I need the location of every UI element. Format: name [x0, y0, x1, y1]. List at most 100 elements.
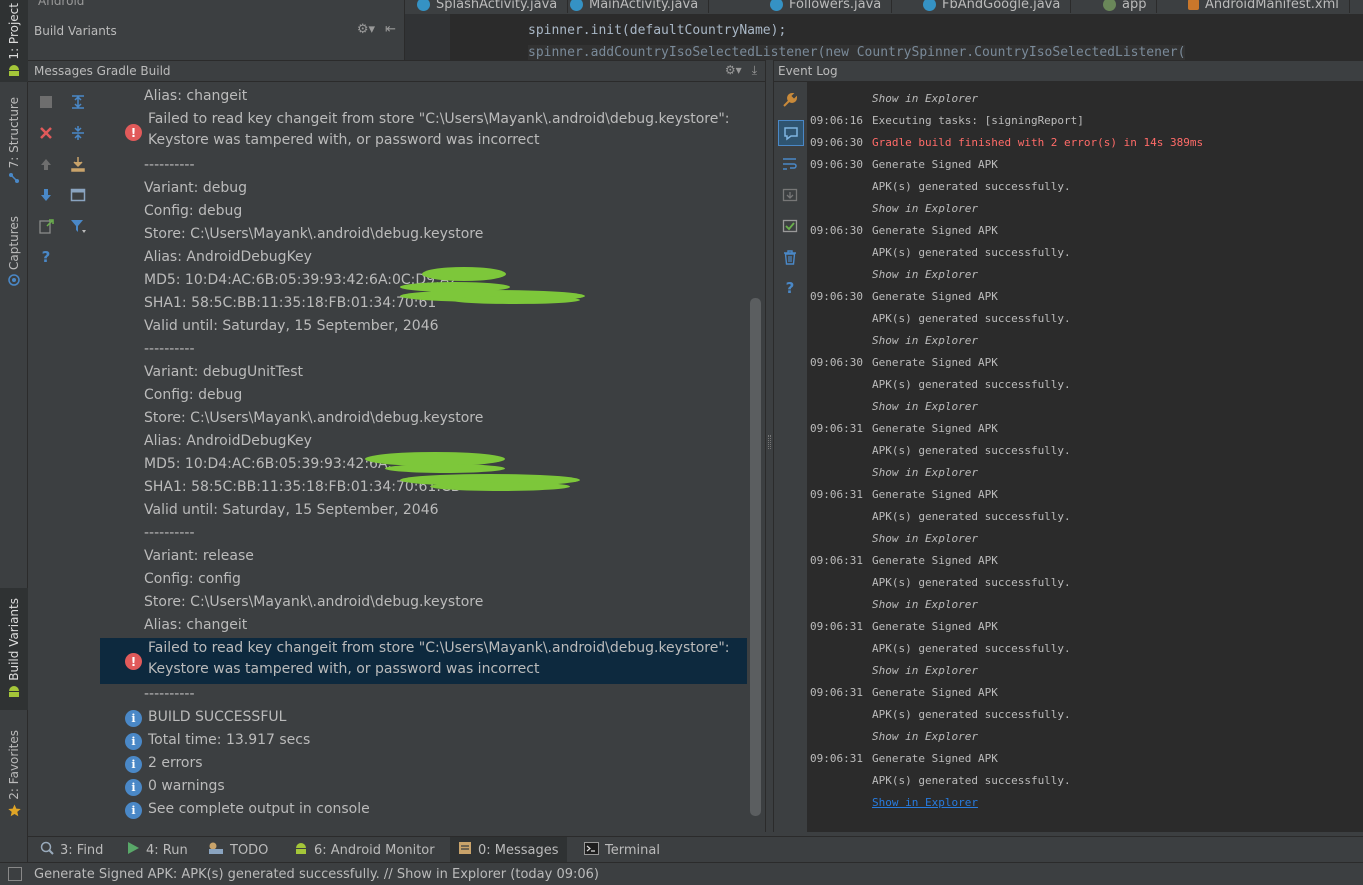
message-line[interactable]: Alias: changeit	[144, 617, 247, 633]
message-line[interactable]: Valid until: Saturday, 15 September, 204…	[144, 502, 439, 518]
message-line[interactable]: SHA1: 58:5C:BB:11:35:18:FB:01:34:70:61	[144, 295, 436, 311]
toggle-tool-windows-icon[interactable]	[8, 867, 22, 881]
event-timestamp: 09:06:31	[810, 620, 863, 633]
message-line[interactable]: Store: C:\Users\Mayank\.android\debug.ke…	[144, 226, 483, 242]
message-line[interactable]: ----------	[144, 525, 195, 541]
terminal-icon	[584, 841, 599, 859]
message-line[interactable]: Keystore was tampered with, or password …	[148, 661, 539, 677]
message-line[interactable]: Config: debug	[144, 387, 242, 403]
message-line[interactable]: Store: C:\Users\Mayank\.android\debug.ke…	[144, 410, 483, 426]
message-line[interactable]: Variant: debugUnitTest	[144, 364, 303, 380]
help-icon[interactable]: ?	[780, 278, 800, 298]
stop-icon[interactable]	[36, 92, 56, 112]
bottom-tab-label: 4: Run	[146, 842, 188, 858]
editor-tab-label: app	[1122, 0, 1147, 12]
show-in-explorer-link[interactable]: Show in Explorer	[872, 202, 978, 215]
editor-tab-label: AndroidManifest.xml	[1205, 0, 1339, 12]
expand-all-icon[interactable]	[68, 92, 88, 112]
tool-tab-favorites[interactable]: 2: Favorites	[0, 725, 28, 825]
bottom-tab-0-messages[interactable]: 0: Messages	[450, 837, 567, 863]
show-in-explorer-link[interactable]: Show in Explorer	[872, 730, 978, 743]
bottom-tab-3-find[interactable]: 3: Find	[32, 837, 111, 863]
filter-icon[interactable]	[68, 216, 88, 236]
message-line[interactable]: Valid until: Saturday, 15 September, 204…	[144, 318, 439, 334]
show-in-explorer-link[interactable]: Show in Explorer	[872, 92, 978, 105]
show-in-explorer-link[interactable]: Show in Explorer	[872, 796, 978, 809]
show-in-explorer-link[interactable]: Show in Explorer	[872, 598, 978, 611]
open-in-console-icon[interactable]	[36, 216, 56, 236]
code-editor[interactable]: spinner.init(defaultCountryName); spinne…	[450, 14, 1363, 60]
bottom-tab-6-android-monitor[interactable]: 6: Android Monitor	[286, 837, 443, 863]
info-message-line[interactable]: BUILD SUCCESSFUL	[148, 709, 286, 725]
messages-scrollbar-thumb[interactable]	[750, 298, 761, 816]
window-icon[interactable]	[68, 185, 88, 205]
editor-tab-splashactivity[interactable]: SplashActivity.java	[409, 0, 569, 13]
error-message-line[interactable]: Failed to read key changeit from store "…	[148, 640, 730, 656]
messages-toolbar: ?	[28, 82, 100, 832]
settings-wrench-icon[interactable]	[780, 90, 800, 110]
next-message-icon[interactable]	[36, 185, 56, 205]
show-in-explorer-link[interactable]: Show in Explorer	[872, 268, 978, 281]
show-in-explorer-link[interactable]: Show in Explorer	[872, 334, 978, 347]
message-line[interactable]: Alias: AndroidDebugKey	[144, 249, 312, 265]
panel-splitter[interactable]	[765, 60, 774, 832]
info-message-line[interactable]: Total time: 13.917 secs	[148, 732, 310, 748]
close-icon[interactable]	[36, 123, 56, 143]
info-message-line[interactable]: 2 errors	[148, 755, 203, 771]
trash-icon[interactable]	[780, 247, 800, 267]
show-in-explorer-link[interactable]: Show in Explorer	[872, 664, 978, 677]
bottom-tab-4-run[interactable]: 4: Run	[118, 837, 196, 863]
hide-panel-icon[interactable]: ⤓	[752, 63, 757, 78]
tool-tab-build-variants[interactable]: Build Variants	[0, 588, 28, 710]
message-line[interactable]: MD5: 10:D4:AC:6B:05:39:93:42:6A:	[144, 456, 392, 472]
tool-tab-structure[interactable]: 7: Structure	[0, 92, 28, 192]
bottom-tab-todo[interactable]: TODO	[200, 837, 276, 863]
editor-tab-androidmanifest[interactable]: AndroidManifest.xml	[1180, 0, 1350, 13]
info-message-line[interactable]: 0 warnings	[148, 778, 225, 794]
editor-tab-mainactivity[interactable]: MainActivity.java	[562, 0, 710, 13]
editor-tab-app[interactable]: app	[1095, 0, 1158, 13]
message-line[interactable]: ----------	[144, 686, 195, 702]
left-tool-strip: 1: Project 7: Structure Captures Build V…	[0, 0, 28, 862]
tool-tab-captures[interactable]: Captures	[0, 210, 28, 295]
message-line[interactable]: Keystore was tampered with, or password …	[148, 132, 539, 148]
collapse-all-icon[interactable]	[68, 123, 88, 143]
message-line[interactable]: Config: config	[144, 571, 241, 587]
mark-all-read-icon[interactable]	[780, 216, 800, 236]
messages-list[interactable]: Alias: changeit! Failed to read key chang…	[100, 82, 765, 832]
message-line[interactable]: Variant: debug	[144, 180, 247, 196]
show-in-explorer-link[interactable]: Show in Explorer	[872, 400, 978, 413]
balloon-icon[interactable]	[778, 120, 804, 146]
bottom-tab-label: 6: Android Monitor	[314, 842, 435, 858]
editor-tab-followers[interactable]: Followers.java	[762, 0, 893, 13]
soft-wrap-icon[interactable]	[780, 154, 800, 174]
previous-message-icon[interactable]	[36, 154, 56, 174]
hide-panel-icon[interactable]: ⇤	[385, 22, 396, 37]
message-line[interactable]: Alias: AndroidDebugKey	[144, 433, 312, 449]
show-in-explorer-link[interactable]: Show in Explorer	[872, 466, 978, 479]
message-line[interactable]: Config: debug	[144, 203, 242, 219]
gear-icon[interactable]: ⚙▾	[357, 22, 375, 37]
info-message-line[interactable]: See complete output in console	[148, 801, 370, 817]
editor-tab-fbandgoogle[interactable]: FbAndGoogle.java	[915, 0, 1072, 13]
help-icon[interactable]: ?	[36, 247, 56, 267]
event-log-list[interactable]: Show in Explorer 09:06:16 Executing tasks:…	[808, 82, 1363, 832]
event-timestamp: 09:06:31	[810, 488, 863, 501]
message-line[interactable]: Variant: release	[144, 548, 254, 564]
event-message: Generate Signed APK	[872, 356, 998, 369]
message-line[interactable]: Alias: changeit	[144, 88, 247, 104]
bottom-tab-terminal[interactable]: Terminal	[576, 837, 668, 863]
status-bar: Generate Signed APK: APK(s) generated su…	[0, 862, 1363, 885]
scroll-to-end-icon[interactable]	[780, 185, 800, 205]
event-timestamp: 09:06:30	[810, 158, 863, 171]
message-line[interactable]: ----------	[144, 341, 195, 357]
message-line[interactable]: Store: C:\Users\Mayank\.android\debug.ke…	[144, 594, 483, 610]
gear-icon[interactable]: ⚙▾	[725, 63, 742, 78]
message-line[interactable]: ----------	[144, 157, 195, 173]
tool-tab-project[interactable]: 1: Project	[0, 0, 28, 82]
status-bar-text[interactable]: Generate Signed APK: APK(s) generated su…	[34, 867, 599, 882]
class-icon	[923, 0, 936, 11]
show-in-explorer-link[interactable]: Show in Explorer	[872, 532, 978, 545]
export-icon[interactable]	[68, 154, 88, 174]
error-message-line[interactable]: Failed to read key changeit from store "…	[148, 111, 730, 127]
